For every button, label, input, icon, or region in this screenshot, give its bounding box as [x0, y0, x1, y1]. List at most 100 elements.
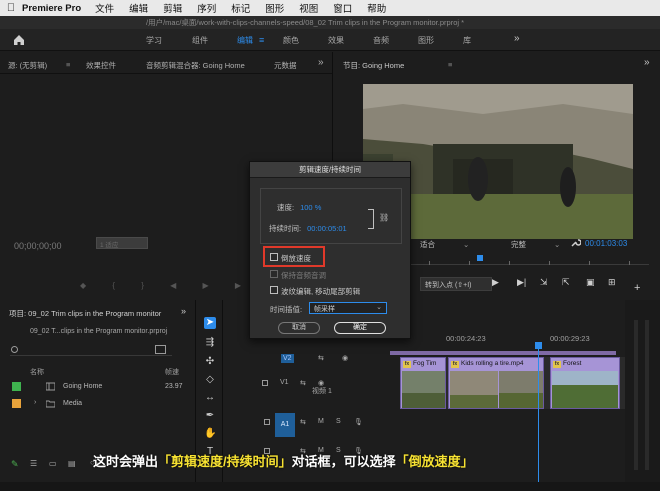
sync-lock-icon[interactable]: ⇆	[318, 354, 324, 362]
workspace-tab-assembly[interactable]: 组件	[192, 35, 208, 46]
add-button[interactable]: +	[634, 282, 640, 294]
workspace-tab-color[interactable]: 颜色	[283, 35, 299, 46]
cancel-button[interactable]: 取消	[278, 322, 320, 334]
track-v1-lane: fx Fog Tim fx Kids rolling a tire.mp4 fx Fo…	[400, 357, 630, 409]
workspace-tab-graphics[interactable]: 图形	[418, 35, 434, 46]
link-chain-icon[interactable]: ⛓	[379, 213, 389, 222]
disclosure-triangle-icon[interactable]: ›	[34, 399, 36, 406]
wrench-icon[interactable]	[571, 237, 581, 247]
menu-item-view[interactable]: 视图	[299, 1, 318, 15]
program-more-icon[interactable]: »	[644, 57, 650, 68]
track-label-v1[interactable]: V1	[280, 379, 289, 386]
menu-bar:  Premiere Pro 文件 编辑 剪辑 序列 标记 图形 视图 窗口 帮…	[0, 0, 660, 16]
track-select-tool-icon[interactable]: ⇶	[204, 337, 216, 349]
mute-button[interactable]: M	[318, 418, 324, 425]
workspace-tab-effects[interactable]: 效果	[328, 35, 344, 46]
column-name[interactable]: 名称	[30, 367, 44, 377]
ok-button[interactable]: 确定	[334, 322, 386, 334]
selection-tool-icon[interactable]: ➤	[204, 317, 216, 329]
program-menu-icon[interactable]: ≡	[448, 60, 452, 69]
workspace-tab-libraries[interactable]: 库	[463, 35, 471, 46]
source-more-icon[interactable]: »	[318, 57, 324, 68]
play-button[interactable]: ▶	[492, 277, 499, 288]
icon-view-icon[interactable]: ▭	[49, 459, 57, 468]
project-search-input[interactable]	[10, 345, 172, 356]
timeline-timecode-1: 00:00:24:23	[446, 334, 486, 343]
tab-metadata[interactable]: 元数据	[274, 60, 297, 71]
slip-tool-icon[interactable]: ↔	[204, 392, 216, 404]
maintain-pitch-label[interactable]: 保持音频音调	[281, 270, 326, 281]
menu-item-edit[interactable]: 编辑	[129, 1, 148, 15]
lock-icon[interactable]	[262, 380, 268, 386]
menu-item-help[interactable]: 帮助	[367, 1, 386, 15]
workspace-tab-learn[interactable]: 学习	[146, 35, 162, 46]
menu-item-sequence[interactable]: 序列	[197, 1, 216, 15]
app-name[interactable]: Premiere Pro	[22, 3, 81, 14]
maintain-pitch-checkbox[interactable]	[270, 270, 278, 278]
timeline-timecode-2: 00:00:29:23	[550, 334, 590, 343]
goto-in-button[interactable]: 转到入点 (⇧+I)	[420, 277, 492, 291]
extract-button[interactable]: ⇱	[562, 277, 570, 288]
tab-audio-clip-mixer[interactable]: 音频剪辑混合器: Going Home	[146, 60, 245, 71]
time-interpolation-select[interactable]: 帧采样 ⌄	[309, 302, 387, 314]
solo-button[interactable]: S	[336, 418, 341, 425]
freeform-view-icon[interactable]: ▤	[68, 459, 76, 468]
workspace-tab-editing[interactable]: 编辑	[237, 35, 253, 46]
sync-lock-icon[interactable]: ⇆	[300, 418, 306, 426]
work-area-bar[interactable]	[390, 351, 616, 355]
label-color-swatch[interactable]	[12, 382, 21, 391]
compare-view-button[interactable]: ⊞	[608, 277, 616, 288]
clip-forest[interactable]: fx Forest	[550, 357, 620, 409]
ripple-edit-label[interactable]: 波纹编辑, 移动尾部剪辑	[281, 286, 360, 297]
pencil-icon[interactable]: ✎	[11, 459, 19, 470]
menu-item-markers[interactable]: 标记	[231, 1, 250, 15]
workspace-more-icon[interactable]: »	[514, 33, 520, 44]
razor-tool-icon[interactable]: ◇	[204, 374, 216, 386]
clip-fog-tim[interactable]: fx Fog Tim	[400, 357, 446, 409]
program-time-ruler[interactable]	[409, 255, 649, 265]
list-view-icon[interactable]: ☰	[30, 459, 37, 468]
workspace-menu-icon[interactable]: ≡	[259, 35, 264, 45]
source-fit-box: 1 适应	[96, 237, 148, 249]
fit-dropdown[interactable]: 适合 ⌄	[420, 239, 469, 250]
project-more-icon[interactable]: »	[181, 306, 186, 316]
column-frame-rate[interactable]: 帧速	[165, 367, 179, 377]
label-color-swatch[interactable]	[12, 399, 21, 408]
pen-tool-icon[interactable]: ✒	[204, 410, 216, 422]
program-playhead[interactable]	[477, 255, 483, 261]
tab-source-menu-icon[interactable]: ≡	[66, 60, 70, 69]
list-item[interactable]: › Media	[10, 398, 186, 410]
lift-button[interactable]: ⇲	[540, 277, 548, 288]
step-forward-button[interactable]: ▶|	[517, 277, 526, 288]
workspace-tab-audio[interactable]: 音频	[373, 35, 389, 46]
menu-item-graphics[interactable]: 图形	[265, 1, 284, 15]
apple-icon[interactable]: 	[0, 2, 22, 14]
lock-icon[interactable]	[264, 419, 270, 425]
list-item[interactable]: Going Home 23.97	[10, 381, 186, 393]
program-timecode: 00:01:03:03	[585, 239, 628, 248]
hand-tool-icon[interactable]: ✋	[204, 428, 216, 440]
tab-source[interactable]: 源: (无剪辑)	[8, 60, 47, 71]
home-icon[interactable]	[12, 33, 26, 47]
new-bin-icon[interactable]	[155, 345, 166, 354]
dialog-title: 剪辑速度/持续时间	[250, 162, 410, 178]
clip-kids-rolling-a-tire[interactable]: fx Kids rolling a tire.mp4	[448, 357, 544, 409]
tab-effect-controls[interactable]: 效果控件	[86, 60, 116, 71]
sync-lock-icon[interactable]: ⇆	[300, 379, 306, 387]
tab-program[interactable]: 节目: Going Home	[343, 60, 404, 71]
track-target-v2[interactable]: V2	[281, 354, 294, 363]
menu-item-window[interactable]: 窗口	[333, 1, 352, 15]
export-frame-button[interactable]: ▣	[586, 277, 595, 288]
microphone-icon[interactable]: 🎙	[354, 418, 363, 426]
speed-input[interactable]: 100 %	[300, 203, 321, 212]
ripple-edit-tool-icon[interactable]: ✣	[204, 356, 216, 368]
eye-icon[interactable]: ◉	[342, 354, 348, 362]
menu-item-file[interactable]: 文件	[95, 1, 114, 15]
track-name-v1: 视频 1	[312, 388, 332, 395]
track-header-a1: ⇆ M S 🎙	[252, 413, 392, 433]
ripple-edit-checkbox[interactable]	[270, 286, 278, 294]
menu-item-clip[interactable]: 剪辑	[163, 1, 182, 15]
tab-project[interactable]: 项目: 09_02 Trim clips in the Program moni…	[9, 308, 161, 319]
duration-input[interactable]: 00:00:05:01	[307, 224, 347, 233]
quality-dropdown[interactable]: 完整 ⌄	[511, 239, 560, 250]
